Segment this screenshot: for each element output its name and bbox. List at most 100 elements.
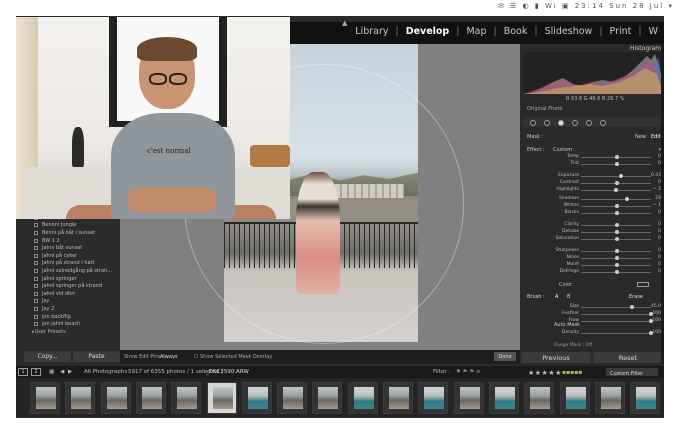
back-arrow-icon[interactable]: ◀: [60, 369, 64, 375]
filmstrip-thumbnail[interactable]: [418, 382, 449, 414]
module-book[interactable]: Book: [504, 26, 528, 37]
size-slider-handle[interactable]: [629, 305, 634, 309]
collection-item[interactable]: Jahni springer på strand: [24, 282, 116, 290]
mask-new-button[interactable]: New: [635, 134, 646, 140]
shadows-slider-handle[interactable]: [624, 197, 629, 201]
collapse-top-icon[interactable]: ▲: [342, 19, 347, 27]
filmstrip-thumbnail[interactable]: [347, 382, 378, 414]
collection-item[interactable]: jon backflip: [24, 313, 116, 321]
original-photo-toggle[interactable]: Original Photo: [527, 106, 562, 112]
collection-item[interactable]: jon jahni beach: [24, 320, 116, 328]
flag-filter-icons[interactable]: ⚑ ⚑ ⚑ ≥: [456, 369, 481, 375]
collection-item[interactable]: Jahni på cykel: [24, 252, 116, 260]
paste-button[interactable]: Paste: [73, 351, 120, 362]
density-slider-track[interactable]: [581, 333, 651, 334]
flow-slider-value[interactable]: 100: [652, 318, 661, 323]
tint-slider-handle[interactable]: [615, 162, 619, 166]
filmstrip-thumbnail[interactable]: [100, 382, 131, 414]
sharpness-slider-handle[interactable]: [615, 249, 619, 253]
exposure-slider-handle[interactable]: [619, 174, 624, 178]
selected-filename[interactable]: _DSC2590.ARW: [206, 369, 249, 375]
page-1-button[interactable]: 1: [18, 368, 28, 376]
filmstrip-thumbnail[interactable]: [241, 382, 272, 414]
highlights-slider-value[interactable]: − 2: [653, 187, 661, 192]
filmstrip-thumbnail[interactable]: [488, 382, 519, 414]
brush-tool-icon[interactable]: [586, 120, 592, 126]
dehaze-slider-handle[interactable]: [615, 230, 619, 234]
color-label-filter[interactable]: ▪▪▪▪▪: [562, 369, 582, 376]
custom-filter-select[interactable]: Custom Filter: [606, 368, 658, 377]
brush-b-button[interactable]: B: [567, 294, 570, 300]
collection-item[interactable]: ▸ User Presets: [24, 328, 116, 336]
size-slider-track[interactable]: [581, 307, 651, 308]
noise-slider-handle[interactable]: [615, 256, 619, 260]
filmstrip-thumbnail[interactable]: [30, 382, 60, 414]
copy-button[interactable]: Copy...: [24, 351, 71, 362]
clarity-slider-handle[interactable]: [615, 223, 619, 227]
collection-item[interactable]: Jahni springer: [24, 275, 116, 283]
filmstrip-thumbnail[interactable]: [559, 382, 590, 414]
filmstrip-thumbnail[interactable]: [135, 382, 166, 414]
exposure-slider-track[interactable]: [581, 176, 651, 177]
filmstrip-thumbnail[interactable]: [277, 382, 308, 414]
flow-slider-track[interactable]: [581, 321, 651, 322]
module-library[interactable]: Library: [355, 26, 388, 37]
done-button[interactable]: Done: [494, 352, 516, 361]
show-edit-pins-select[interactable]: Always: [160, 354, 178, 360]
collection-item[interactable]: Benni på båt i sunset: [24, 229, 116, 237]
filmstrip-thumbnail[interactable]: [453, 382, 484, 414]
collection-item[interactable]: Benoni Jungle: [24, 222, 116, 230]
highlights-slider-handle[interactable]: [614, 188, 619, 192]
saturation-slider-handle[interactable]: [615, 237, 619, 241]
module-w[interactable]: W: [649, 26, 658, 37]
range-mask-row[interactable]: Range Mask : Off: [554, 343, 592, 348]
radial-filter-icon[interactable]: [572, 120, 578, 126]
collection-item[interactable]: Jay 2: [24, 305, 116, 313]
module-slideshow[interactable]: Slideshow: [545, 26, 593, 37]
histogram-label[interactable]: Histogram: [630, 45, 661, 52]
density-slider-value[interactable]: 100: [652, 330, 661, 335]
auto-mask-checkbox[interactable]: Auto Mask: [554, 322, 580, 328]
moir-slider-handle[interactable]: [615, 263, 619, 267]
filmstrip-thumbnail[interactable]: [524, 382, 555, 414]
filmstrip-thumbnail[interactable]: [383, 382, 413, 414]
collection-item[interactable]: Jay: [24, 298, 116, 306]
exposure-slider-value[interactable]: 0.43: [651, 173, 661, 178]
forward-arrow-icon[interactable]: ▶: [68, 369, 72, 375]
module-print[interactable]: Print: [610, 26, 632, 37]
whites-slider-handle[interactable]: [615, 204, 619, 208]
graduated-filter-icon[interactable]: [558, 120, 564, 126]
effect-select[interactable]: Custom: [553, 147, 572, 153]
filmstrip-thumbnail[interactable]: [312, 382, 343, 414]
previous-button[interactable]: Previous: [522, 352, 590, 363]
temp-slider-handle[interactable]: [615, 155, 619, 159]
spot-removal-icon[interactable]: [544, 120, 550, 126]
crop-tool-icon[interactable]: [530, 120, 536, 126]
right-panel-scrollbar[interactable]: [661, 44, 664, 364]
photo-source[interactable]: All Photographs: [84, 369, 127, 375]
rating-filter[interactable]: ★★★★★: [528, 369, 562, 377]
page-2-button[interactable]: 2: [31, 368, 41, 376]
collection-item[interactable]: Jahni vid dörr: [24, 290, 116, 298]
whites-slider-value[interactable]: − 1: [653, 203, 661, 208]
filmstrip-thumbnail[interactable]: [594, 382, 625, 414]
range-icon[interactable]: [600, 120, 606, 126]
grid-view-icon[interactable]: ▦: [49, 369, 54, 375]
collection-item[interactable]: Jahni solnedgång på stran...: [24, 267, 116, 275]
module-map[interactable]: Map: [466, 26, 486, 37]
shadows-slider-track[interactable]: [581, 199, 651, 200]
feather-slider-track[interactable]: [581, 314, 651, 315]
collection-item[interactable]: BW 1 2: [24, 237, 116, 245]
feather-slider-value[interactable]: 100: [652, 311, 661, 316]
filmstrip-thumbnail[interactable]: [206, 382, 237, 414]
system-status-icons[interactable]: ✉ ☰ ◐ ▮ Wi ▣ 23:14 Sun 28 Jul ▾: [498, 2, 674, 10]
color-swatch[interactable]: [637, 282, 649, 287]
mask-overlay-checkbox[interactable]: ☐: [194, 354, 198, 360]
defringe-slider-handle[interactable]: [615, 270, 619, 274]
brush-a-button[interactable]: A: [555, 294, 558, 300]
mask-edit-button[interactable]: Edit: [651, 134, 661, 140]
blacks-slider-handle[interactable]: [615, 211, 619, 215]
filmstrip-thumbnail[interactable]: [630, 382, 661, 414]
contrast-slider-handle[interactable]: [615, 181, 619, 185]
filmstrip-thumbnail[interactable]: [171, 382, 202, 414]
